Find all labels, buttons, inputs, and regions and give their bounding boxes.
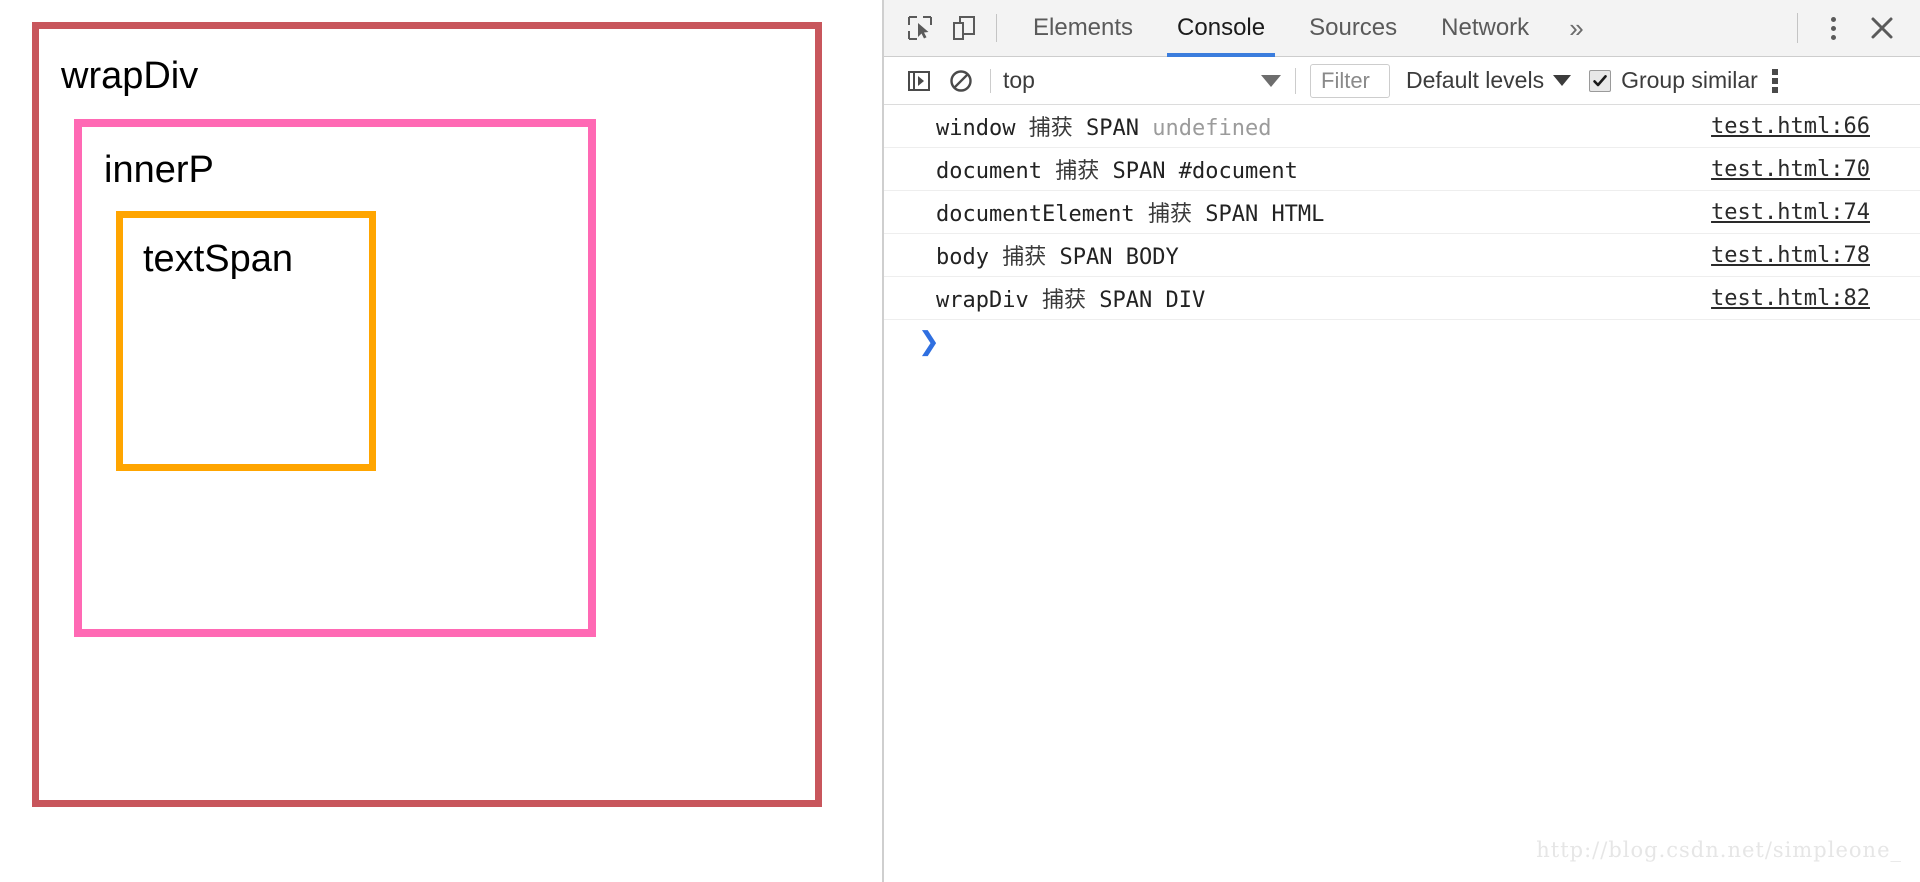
- text-span-box[interactable]: textSpan: [116, 211, 376, 471]
- console-message-name: documentElement: [936, 202, 1135, 227]
- console-message-source-link[interactable]: test.html:82: [1711, 286, 1870, 311]
- console-message-action: 捕获: [1041, 288, 1086, 313]
- console-message-row[interactable]: window 捕获 SPAN undefined test.html:66: [884, 105, 1920, 148]
- tabstrip-right-separator: [1797, 13, 1798, 43]
- console-message-name: body: [936, 245, 989, 270]
- console-message-row[interactable]: wrapDiv 捕获 SPAN DIV test.html:82: [884, 277, 1920, 320]
- console-message-tag: SPAN: [1059, 245, 1113, 270]
- console-message-text: window 捕获 SPAN undefined: [936, 110, 1271, 142]
- console-prompt[interactable]: ❯: [884, 320, 1920, 364]
- console-toolbar-separator-2: [1295, 67, 1296, 94]
- console-toolbar-separator: [990, 68, 991, 93]
- console-message-source-link[interactable]: test.html:66: [1711, 114, 1870, 139]
- tab-console[interactable]: Console: [1155, 0, 1287, 57]
- tab-network[interactable]: Network: [1419, 0, 1551, 57]
- tabstrip-separator: [996, 14, 997, 42]
- console-message-text: wrapDiv 捕获 SPAN DIV: [936, 282, 1205, 314]
- checkbox-checked-icon: [1589, 69, 1612, 92]
- inner-p-box[interactable]: innerP textSpan: [74, 119, 596, 637]
- rendered-page-pane: wrapDiv innerP textSpan: [0, 0, 882, 882]
- filter-placeholder: Filter: [1321, 67, 1370, 93]
- inspect-cursor-icon[interactable]: [898, 6, 942, 50]
- console-message-tag: SPAN: [1112, 159, 1166, 184]
- console-message-value: DIV: [1165, 288, 1206, 313]
- inner-p-label: innerP: [104, 149, 214, 191]
- console-message-text: documentElement 捕获 SPAN HTML: [936, 196, 1324, 228]
- console-message-row[interactable]: document 捕获 SPAN #document test.html:70: [884, 148, 1920, 191]
- console-message-row[interactable]: body 捕获 SPAN BODY test.html:78: [884, 234, 1920, 277]
- console-message-action: 捕获: [1147, 202, 1192, 227]
- console-message-source-link[interactable]: test.html:74: [1711, 200, 1870, 225]
- console-message-text: body 捕获 SPAN BODY: [936, 239, 1179, 271]
- group-similar-toggle[interactable]: Group similar: [1589, 67, 1758, 94]
- console-message-tag: SPAN: [1205, 202, 1259, 227]
- clear-console-icon[interactable]: [940, 60, 982, 102]
- chevron-down-icon: [1261, 74, 1281, 87]
- console-toolbar: top Filter Default levels Group similar: [884, 57, 1920, 105]
- console-message-value: undefined: [1152, 116, 1272, 141]
- console-message-value: BODY: [1125, 245, 1179, 270]
- console-message-source-link[interactable]: test.html:70: [1711, 157, 1870, 182]
- group-similar-label: Group similar: [1621, 67, 1758, 93]
- log-levels-dropdown[interactable]: Default levels: [1406, 67, 1572, 94]
- tab-elements-label: Elements: [1033, 14, 1134, 41]
- devtools-tabs: Elements Console Sources Network: [1011, 0, 1551, 57]
- console-message-name: wrapDiv: [936, 288, 1029, 313]
- console-message-action: 捕获: [1002, 245, 1047, 270]
- console-message-text: document 捕获 SPAN #document: [936, 153, 1298, 185]
- console-message-value: HTML: [1271, 202, 1325, 227]
- watermark-text: http://blog.csdn.net/simpleone_: [1536, 838, 1902, 862]
- chevron-double-right-icon[interactable]: »: [1551, 13, 1599, 44]
- devtools-tabstrip: Elements Console Sources Network »: [884, 0, 1920, 57]
- devtools-panel: Elements Console Sources Network » top F…: [884, 0, 1920, 882]
- toolbar-overflow-icon[interactable]: [1771, 68, 1778, 93]
- wrap-div-box[interactable]: wrapDiv innerP textSpan: [32, 22, 822, 807]
- console-message-action: 捕获: [1028, 116, 1073, 141]
- console-message-row[interactable]: documentElement 捕获 SPAN HTML test.html:7…: [884, 191, 1920, 234]
- filter-input[interactable]: Filter: [1310, 63, 1390, 98]
- device-toolbar-icon[interactable]: [942, 6, 986, 50]
- execution-context-value: top: [1003, 67, 1035, 93]
- log-levels-label: Default levels: [1406, 67, 1545, 93]
- tab-network-label: Network: [1441, 14, 1530, 41]
- console-message-name: window: [936, 116, 1016, 141]
- console-message-source-link[interactable]: test.html:78: [1711, 243, 1870, 268]
- console-message-list: window 捕获 SPAN undefined test.html:66 do…: [884, 105, 1920, 882]
- more-options-icon[interactable]: [1810, 5, 1856, 51]
- console-message-action: 捕获: [1055, 159, 1100, 184]
- console-message-tag: SPAN: [1086, 116, 1139, 141]
- chevron-down-icon: [1553, 75, 1572, 86]
- screenshot-root: wrapDiv innerP textSpan Elements Console…: [0, 0, 1920, 882]
- tab-sources[interactable]: Sources: [1287, 0, 1419, 57]
- console-message-tag: SPAN: [1099, 288, 1153, 313]
- text-span-label: textSpan: [143, 238, 293, 280]
- console-message-value: #document: [1178, 159, 1298, 184]
- prompt-caret-icon: ❯: [918, 327, 940, 357]
- execution-context-icon[interactable]: [898, 60, 940, 102]
- wrap-div-label: wrapDiv: [61, 55, 199, 97]
- tabstrip-right-group: [1797, 5, 1920, 51]
- tab-console-label: Console: [1177, 14, 1266, 41]
- console-message-name: document: [936, 159, 1042, 184]
- close-icon[interactable]: [1856, 5, 1908, 51]
- tab-elements[interactable]: Elements: [1011, 0, 1155, 57]
- tab-sources-label: Sources: [1309, 14, 1398, 41]
- execution-context-selector[interactable]: top: [1003, 67, 1281, 94]
